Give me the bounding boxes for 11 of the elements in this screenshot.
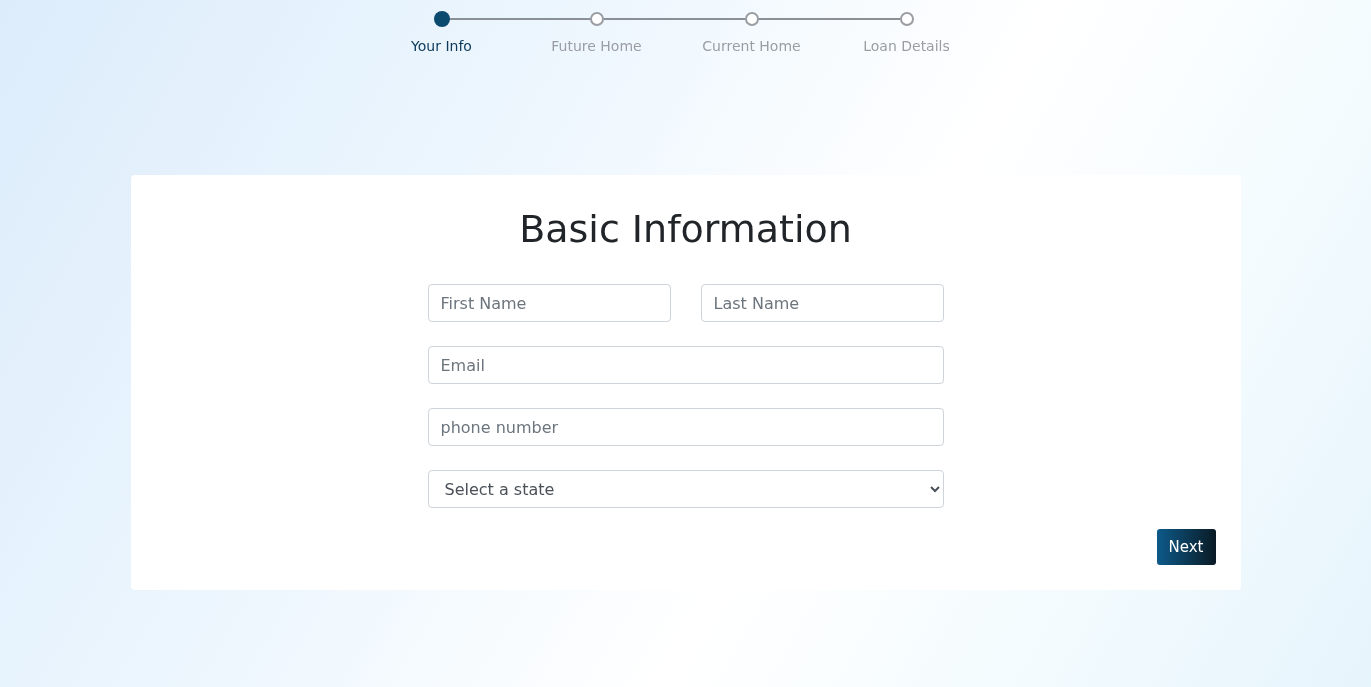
next-button[interactable]: Next (1156, 529, 1216, 565)
name-field[interactable]: First Name (427, 284, 671, 322)
step-label: Current Home (702, 37, 801, 56)
email-field[interactable]: Email (427, 346, 944, 384)
form-title: Basic Information (519, 206, 852, 253)
state-select[interactable]: Select a state (427, 470, 944, 508)
step-label: Future Home (551, 37, 642, 56)
step-label: Loan Details (863, 37, 950, 56)
phone-field[interactable]: phone number (427, 408, 944, 446)
name-field[interactable]: Last Name (700, 284, 944, 322)
step-label: Your Info (411, 37, 472, 56)
